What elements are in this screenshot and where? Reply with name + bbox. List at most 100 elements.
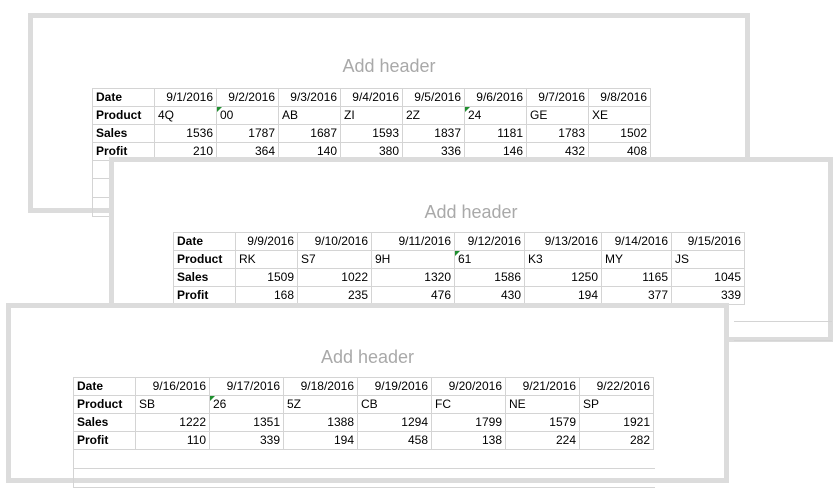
date-cell[interactable]: 9/14/2016 [601, 232, 672, 251]
date-cell[interactable]: 9/19/2016 [357, 377, 432, 396]
product-cell[interactable]: 26 [209, 395, 284, 414]
date-cell[interactable]: 9/20/2016 [431, 377, 506, 396]
date-cell[interactable]: 9/9/2016 [235, 232, 298, 251]
product-cell[interactable]: SP [579, 395, 654, 414]
row-profit: Profit 110 339 194 458 138 224 282 [73, 431, 654, 450]
sales-cell[interactable]: 1509 [235, 268, 298, 287]
date-cell[interactable]: 9/16/2016 [135, 377, 210, 396]
sales-cell[interactable]: 1502 [588, 124, 651, 143]
date-cell[interactable]: 9/5/2016 [402, 88, 465, 107]
product-cell[interactable]: XE [588, 106, 651, 125]
row-label[interactable]: Product [92, 106, 155, 125]
profit-cell[interactable]: 339 [209, 431, 284, 450]
sales-cell[interactable]: 1045 [671, 268, 745, 287]
sales-cell[interactable]: 1294 [357, 413, 432, 432]
profit-cell[interactable]: 194 [524, 286, 602, 305]
profit-cell[interactable]: 430 [454, 286, 525, 305]
profit-cell[interactable]: 458 [357, 431, 432, 450]
product-cell[interactable]: 00 [216, 106, 279, 125]
sales-cell[interactable]: 1586 [454, 268, 525, 287]
date-cell[interactable]: 9/12/2016 [454, 232, 525, 251]
row-label[interactable]: Date [73, 377, 136, 396]
date-cell[interactable]: 9/22/2016 [579, 377, 654, 396]
profit-cell[interactable]: 377 [601, 286, 672, 305]
row-label[interactable]: Product [173, 250, 236, 269]
date-cell[interactable]: 9/6/2016 [464, 88, 527, 107]
sales-cell[interactable]: 1536 [154, 124, 217, 143]
data-table: Date 9/16/2016 9/17/2016 9/18/2016 9/19/… [73, 377, 654, 450]
row-label[interactable]: Date [173, 232, 236, 251]
date-cell[interactable]: 9/18/2016 [283, 377, 358, 396]
product-cell[interactable]: K3 [524, 250, 602, 269]
product-cell[interactable]: MY [601, 250, 672, 269]
date-cell[interactable]: 9/10/2016 [297, 232, 372, 251]
product-cell[interactable]: FC [431, 395, 506, 414]
page-header[interactable]: Add header [114, 202, 828, 223]
product-cell[interactable]: ZI [340, 106, 403, 125]
row-product: Product SB 26 5Z CB FC NE SP [73, 395, 654, 414]
product-cell[interactable]: 24 [464, 106, 527, 125]
sales-cell[interactable]: 1165 [601, 268, 672, 287]
row-label[interactable]: Product [73, 395, 136, 414]
sales-cell[interactable]: 1250 [524, 268, 602, 287]
data-table: Date 9/1/2016 9/2/2016 9/3/2016 9/4/2016… [92, 88, 651, 161]
date-cell[interactable]: 9/3/2016 [278, 88, 341, 107]
product-cell[interactable]: GE [526, 106, 589, 125]
date-cell[interactable]: 9/17/2016 [209, 377, 284, 396]
sales-cell[interactable]: 1351 [209, 413, 284, 432]
sales-cell[interactable]: 1593 [340, 124, 403, 143]
sales-cell[interactable]: 1783 [526, 124, 589, 143]
profit-cell[interactable]: 282 [579, 431, 654, 450]
sales-cell[interactable]: 1837 [402, 124, 465, 143]
product-cell[interactable]: SB [135, 395, 210, 414]
sales-cell[interactable]: 1181 [464, 124, 527, 143]
date-cell[interactable]: 9/7/2016 [526, 88, 589, 107]
sales-cell[interactable]: 1222 [135, 413, 210, 432]
date-cell[interactable]: 9/15/2016 [671, 232, 745, 251]
date-cell[interactable]: 9/4/2016 [340, 88, 403, 107]
profit-cell[interactable]: 235 [297, 286, 372, 305]
profit-cell[interactable]: 476 [371, 286, 455, 305]
date-cell[interactable]: 9/11/2016 [371, 232, 455, 251]
sales-cell[interactable]: 1388 [283, 413, 358, 432]
row-label[interactable]: Date [92, 88, 155, 107]
product-cell[interactable]: 9H [371, 250, 455, 269]
page-header[interactable]: Add header [33, 56, 745, 77]
sales-cell[interactable]: 1579 [505, 413, 580, 432]
row-label[interactable]: Sales [173, 268, 236, 287]
product-cell[interactable]: CB [357, 395, 432, 414]
profit-cell[interactable]: 224 [505, 431, 580, 450]
row-date: Date 9/9/2016 9/10/2016 9/11/2016 9/12/2… [173, 232, 745, 251]
profit-cell[interactable]: 339 [671, 286, 745, 305]
product-cell[interactable]: AB [278, 106, 341, 125]
product-cell[interactable]: 2Z [402, 106, 465, 125]
date-cell[interactable]: 9/21/2016 [505, 377, 580, 396]
product-cell[interactable]: 4Q [154, 106, 217, 125]
sales-cell[interactable]: 1022 [297, 268, 372, 287]
sales-cell[interactable]: 1320 [371, 268, 455, 287]
row-label[interactable]: Profit [73, 431, 136, 450]
product-cell[interactable]: JS [671, 250, 745, 269]
date-cell[interactable]: 9/8/2016 [588, 88, 651, 107]
sales-cell[interactable]: 1687 [278, 124, 341, 143]
product-cell[interactable]: 61 [454, 250, 525, 269]
date-cell[interactable]: 9/13/2016 [524, 232, 602, 251]
product-cell[interactable]: RK [235, 250, 298, 269]
row-label[interactable]: Profit [173, 286, 236, 305]
product-cell[interactable]: 5Z [283, 395, 358, 414]
profit-cell[interactable]: 110 [135, 431, 210, 450]
profit-cell[interactable]: 194 [283, 431, 358, 450]
profit-cell[interactable]: 138 [431, 431, 506, 450]
page-header[interactable]: Add header [11, 347, 724, 368]
row-sales: Sales 1536 1787 1687 1593 1837 1181 1783… [92, 124, 651, 143]
sales-cell[interactable]: 1921 [579, 413, 654, 432]
sales-cell[interactable]: 1787 [216, 124, 279, 143]
sales-cell[interactable]: 1799 [431, 413, 506, 432]
date-cell[interactable]: 9/1/2016 [154, 88, 217, 107]
product-cell[interactable]: S7 [297, 250, 372, 269]
profit-cell[interactable]: 168 [235, 286, 298, 305]
row-label[interactable]: Sales [92, 124, 155, 143]
row-label[interactable]: Sales [73, 413, 136, 432]
date-cell[interactable]: 9/2/2016 [216, 88, 279, 107]
product-cell[interactable]: NE [505, 395, 580, 414]
